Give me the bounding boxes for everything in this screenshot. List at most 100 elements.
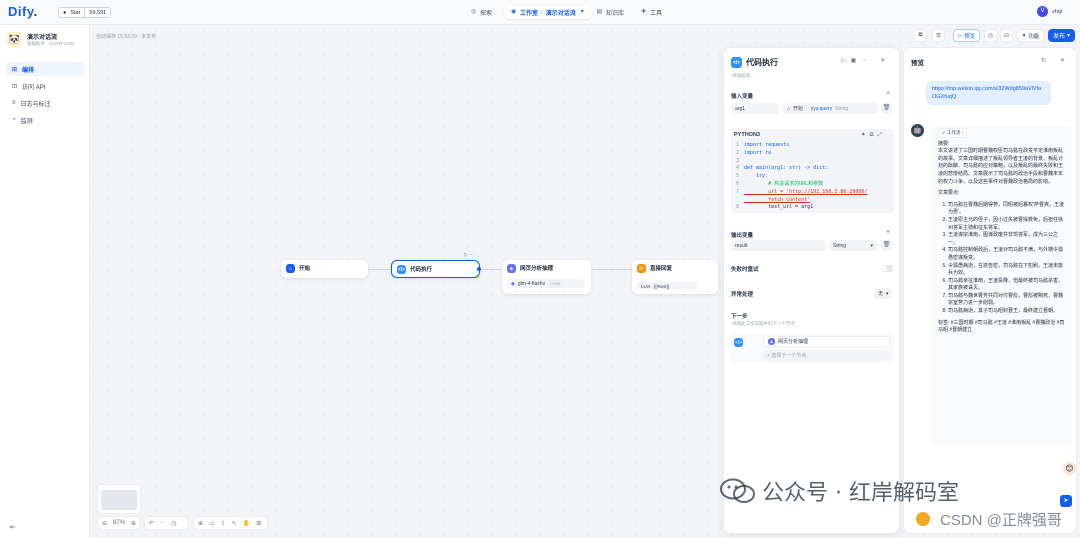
- node-model: ◆ glm-4-flashx CHAT: [507, 279, 585, 288]
- add-output-icon[interactable]: +: [886, 229, 890, 236]
- expand-icon[interactable]: ⤢: [878, 132, 882, 139]
- output-var-name[interactable]: result: [731, 240, 826, 251]
- history-button[interactable]: ◷: [984, 29, 997, 42]
- code-line: 8 test_url = arg1: [733, 204, 867, 212]
- next-step-desc: 添加此工作流程中的下一个节点: [732, 321, 795, 326]
- line-number: 2: [735, 149, 739, 156]
- output-vars-label: 输出变量: [731, 233, 754, 239]
- error-handling-select[interactable]: 无 ▾: [874, 288, 892, 299]
- checklist-button[interactable]: ☑: [1000, 29, 1013, 42]
- nav-knowledge[interactable]: ▤ 知识库: [596, 6, 624, 19]
- bot-message: ✔ 工作流 › 摘要: 本文讲述了三国时期曹魏权臣司马懿在政变平定淮南叛乱的故事。…: [932, 125, 1072, 445]
- help-icon[interactable]: ▣: [851, 57, 857, 64]
- github-star-button[interactable]: ● Star 59,591: [58, 7, 112, 18]
- nav-tools[interactable]: ✚ 工具: [640, 6, 662, 19]
- node-start[interactable]: ⌂ 开始: [281, 260, 368, 278]
- add-node-icon[interactable]: ⊕: [198, 520, 203, 527]
- chevron-right-icon: ›: [961, 130, 964, 135]
- nav-tools-label: 工具: [650, 11, 663, 17]
- csdn-icon: [916, 512, 930, 526]
- ref-separator: ·: [806, 105, 808, 112]
- features-button[interactable]: ✦ 功能: [1017, 29, 1044, 42]
- panel-actions: ▷ ▣ ⋯ ✕: [841, 57, 885, 64]
- llm-icon: ◈: [507, 264, 516, 273]
- user-avatar[interactable]: V: [1037, 6, 1048, 17]
- refresh-icon[interactable]: ↻: [1041, 57, 1046, 64]
- sidebar-item-api[interactable]: ⊡ 访问 API: [6, 79, 84, 93]
- nav-app-label[interactable]: 演示对话流: [546, 8, 576, 17]
- model-name: glm-4-flashx: [517, 280, 546, 287]
- code-editor-actions: ✦ ⧉ ⤢: [861, 132, 882, 139]
- add-input-icon[interactable]: +: [886, 90, 890, 97]
- minimap[interactable]: [97, 484, 141, 514]
- chevron-down-icon: ▾: [870, 242, 873, 249]
- dify-logo[interactable]: Dify.: [8, 4, 38, 19]
- preview-button[interactable]: ▷ 预览: [953, 29, 980, 42]
- node-run-icon[interactable]: ▷ ⋯: [464, 252, 474, 258]
- panel-title[interactable]: 代码执行: [746, 57, 778, 68]
- output-var-type[interactable]: String ▾: [829, 240, 877, 251]
- delete-output-icon[interactable]: 🗑: [881, 240, 892, 251]
- delete-input-icon[interactable]: 🗑: [881, 103, 892, 114]
- pointer-icon[interactable]: ↖: [232, 520, 237, 527]
- redo-icon[interactable]: ↷: [160, 520, 165, 527]
- user-name[interactable]: vhqi: [1052, 9, 1062, 15]
- code-language[interactable]: PYTHON3: [734, 132, 760, 138]
- nav-explore[interactable]: ◎ 探索: [470, 6, 492, 19]
- more-icon[interactable]: ⋯: [861, 57, 867, 64]
- watermark-line1: 公众号 · 红岸解码室: [762, 481, 959, 506]
- input-var-name[interactable]: arg1: [731, 103, 779, 114]
- canvas-tools[interactable]: ⊕ ▭ ⇪ ↖ ✋ ⊞: [193, 516, 268, 530]
- zoom-out-icon[interactable]: ⊖: [102, 520, 107, 527]
- send-button[interactable]: ➤: [1060, 495, 1072, 507]
- nav-studio[interactable]: ◉ 工作室 / 演示对话流 ▾: [504, 6, 592, 19]
- retry-toggle[interactable]: [881, 265, 893, 272]
- next-node-item[interactable]: ◈ 网页分析抽理: [763, 336, 890, 347]
- node-title: 开始: [299, 266, 311, 272]
- panel-description[interactable]: 添加描述...: [732, 73, 754, 79]
- line-number: 7: [735, 188, 739, 195]
- sidebar-item-monitor[interactable]: ◔ 监测: [6, 113, 84, 127]
- close-icon[interactable]: ✕: [1060, 57, 1065, 64]
- list-item: 司马懿亲征淮南，王凌投降，但最终被司马懿杀害，其家族被诛灭。: [948, 278, 1066, 293]
- chevron-down-icon: ▾: [886, 290, 889, 297]
- node-parse[interactable]: ◈ 网页分析抽理: [502, 260, 591, 294]
- history-icon[interactable]: ◷: [171, 520, 176, 527]
- sidebar-item-logs[interactable]: ≡ 日志与标注: [6, 96, 84, 110]
- sidebar-item-orchestrate[interactable]: ⊞ 编排: [6, 62, 84, 76]
- close-icon[interactable]: ✕: [880, 57, 885, 64]
- ai-generate-icon[interactable]: ✦: [861, 132, 866, 139]
- line-number: 4: [735, 165, 739, 172]
- note-icon[interactable]: ▭: [209, 520, 215, 527]
- code-editor[interactable]: PYTHON3 ✦ ⧉ ⤢ 1 import requests 2 import re…: [731, 129, 894, 213]
- copy-icon[interactable]: ⧉: [870, 132, 874, 139]
- input-var-source: 开始: [793, 106, 804, 112]
- external-link-button[interactable]: ⧉: [914, 29, 927, 42]
- publish-button[interactable]: 发布 ▾: [1048, 29, 1075, 42]
- undo-icon[interactable]: ↶: [149, 520, 154, 527]
- code-text: # 构造请求的URL和参数: [744, 180, 824, 187]
- node-code[interactable]: </> 代码执行: [391, 260, 480, 278]
- answer-icon: ✉: [637, 264, 646, 273]
- nav-separator: /: [541, 9, 543, 16]
- export-icon[interactable]: ⇪: [221, 520, 226, 527]
- llm-icon: ◈: [768, 338, 775, 345]
- code-icon: </>: [734, 338, 743, 347]
- layout-icon[interactable]: ⊞: [256, 520, 261, 527]
- line-number: 3: [735, 157, 739, 164]
- run-icon[interactable]: ▷: [841, 57, 846, 64]
- code-line: 7 url = 'http://192.168.3.86:20000/: [733, 189, 867, 197]
- node-answer-var: LLM · {{#text}}: [637, 282, 697, 290]
- node-output-handle[interactable]: [477, 267, 481, 271]
- workflow-tag[interactable]: ✔ 工作流 ›: [938, 128, 968, 138]
- history-controls[interactable]: ↶ ↷ ◷: [144, 516, 189, 530]
- env-button[interactable]: ☰: [932, 29, 945, 42]
- hand-icon[interactable]: ✋: [243, 520, 250, 527]
- add-next-node[interactable]: + 选择下一个节点: [763, 350, 890, 361]
- zoom-controls[interactable]: ⊖ 87% ⊕: [97, 516, 140, 530]
- zoom-level[interactable]: 87%: [113, 520, 125, 526]
- input-var-ref[interactable]: ⌂ 开始 · sys.query String: [783, 103, 878, 114]
- line-number: 5: [735, 173, 739, 180]
- zoom-in-icon[interactable]: ⊕: [131, 520, 136, 527]
- collapse-sidebar-icon[interactable]: ⇤: [10, 523, 16, 531]
